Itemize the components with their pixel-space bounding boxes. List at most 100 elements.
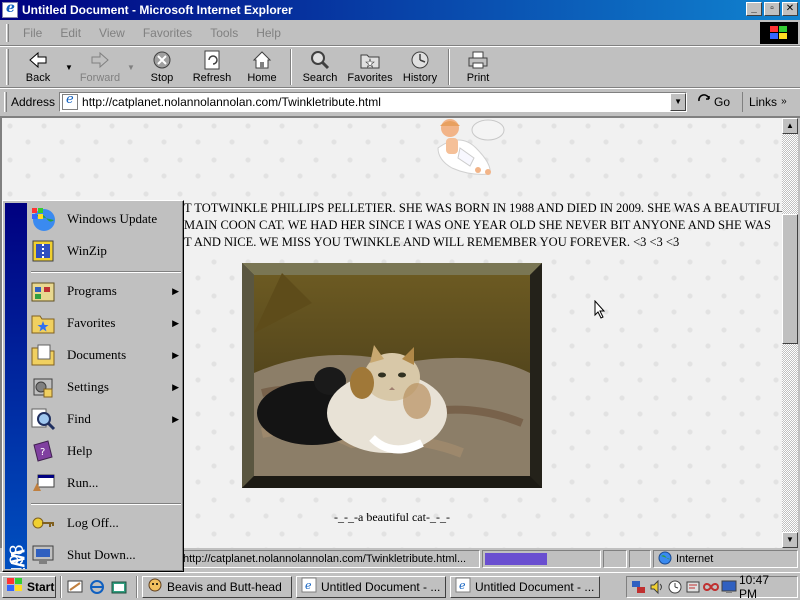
status-cell: [629, 550, 651, 568]
forward-arrow-icon: [89, 50, 111, 70]
start-item-programs[interactable]: Programs ▶: [29, 275, 181, 307]
standard-toolbar: Back ▼ Forward ▼ Stop Refresh Home Searc…: [0, 46, 800, 88]
start-menu-separator: [31, 271, 181, 273]
submenu-arrow-icon: ▶: [172, 349, 179, 360]
print-button[interactable]: Print: [453, 47, 503, 87]
back-label: Back: [25, 72, 51, 84]
task-button[interactable]: Beavis and Butt-head: [142, 575, 292, 598]
submenu-arrow-icon: ▶: [172, 285, 179, 296]
go-button[interactable]: Go: [693, 92, 734, 112]
menu-favorites[interactable]: Favorites: [137, 24, 198, 42]
start-item-windows-update[interactable]: Windows Update: [29, 203, 181, 235]
scroll-thumb[interactable]: [782, 214, 798, 344]
menu-view[interactable]: View: [93, 24, 131, 42]
task-button[interactable]: e Untitled Document - ...: [450, 575, 600, 598]
scroll-down-button[interactable]: ▼: [782, 532, 798, 548]
task-label: Untitled Document - ...: [475, 579, 595, 594]
quicklaunch-separator: [136, 575, 138, 598]
start-item-label: Shut Down...: [67, 547, 136, 562]
refresh-label: Refresh: [192, 72, 232, 84]
task-button[interactable]: e Untitled Document - ...: [296, 575, 446, 598]
home-button[interactable]: Home: [237, 47, 287, 87]
clock[interactable]: 10:47 PM: [739, 573, 783, 600]
title-bar[interactable]: Untitled Document - Microsoft Internet E…: [0, 0, 800, 20]
menu-tools[interactable]: Tools: [204, 24, 244, 42]
start-item-settings[interactable]: Settings ▶: [29, 371, 181, 403]
run-icon: [29, 470, 57, 496]
refresh-button[interactable]: Refresh: [187, 47, 237, 87]
internet-explorer-icon[interactable]: [2, 0, 18, 18]
start-item-documents[interactable]: Documents ▶: [29, 339, 181, 371]
start-item-winzip[interactable]: WinZip: [29, 235, 181, 267]
menu-file[interactable]: File: [17, 24, 48, 42]
find-icon: [29, 406, 57, 432]
network-icon[interactable]: [631, 579, 647, 595]
forward-dropdown-button[interactable]: ▼: [125, 47, 137, 87]
search-button[interactable]: Search: [295, 47, 345, 87]
scroll-up-button[interactable]: ▲: [782, 118, 798, 134]
submenu-arrow-icon: ▶: [172, 413, 179, 424]
forward-button[interactable]: Forward: [75, 47, 125, 87]
windows-throbber-icon: [760, 22, 798, 44]
start-item-favorites[interactable]: Favorites ▶: [29, 307, 181, 339]
window-title: Untitled Document - Microsoft Internet E…: [22, 3, 293, 17]
restore-button[interactable]: ▫: [764, 2, 780, 16]
documents-icon: [29, 342, 57, 368]
angel-clipart: [430, 118, 512, 178]
mouse-cursor-icon: [594, 299, 606, 323]
history-button[interactable]: History: [395, 47, 445, 87]
start-item-label: Find: [67, 411, 91, 426]
scheduler-icon[interactable]: [667, 579, 683, 595]
addressbar-grip[interactable]: [4, 91, 7, 112]
beavis-icon: [147, 577, 163, 596]
start-item-find[interactable]: Find ▶: [29, 403, 181, 435]
start-item-help[interactable]: ? Help: [29, 435, 181, 467]
favorites-button[interactable]: Favorites: [345, 47, 395, 87]
start-item-label: Log Off...: [67, 515, 119, 530]
address-dropdown-button[interactable]: ▼: [670, 92, 687, 111]
address-input[interactable]: http://catplanet.nolannolannolan.com/Twi…: [59, 91, 688, 112]
shut-down-icon: [29, 542, 57, 568]
volume-icon[interactable]: [649, 579, 665, 595]
close-button[interactable]: ✕: [782, 2, 798, 16]
home-label: Home: [247, 72, 277, 84]
start-item-run[interactable]: Run...: [29, 467, 181, 499]
taskbar: Start Beavis and Butt-head e Untitled Do…: [0, 572, 800, 600]
back-button[interactable]: Back: [13, 47, 63, 87]
minimize-button[interactable]: _: [746, 2, 762, 16]
address-bar: Address http://catplanet.nolannolannolan…: [0, 88, 800, 114]
task-agent-icon[interactable]: [685, 579, 701, 595]
back-dropdown-button[interactable]: ▼: [63, 47, 75, 87]
start-label: Start: [27, 579, 55, 594]
monitor-icon[interactable]: [721, 579, 737, 595]
internet-explorer-icon[interactable]: [88, 578, 106, 596]
system-tray: 10:47 PM: [626, 573, 798, 600]
toolbar-grip[interactable]: [6, 49, 9, 85]
stop-label: Stop: [150, 72, 174, 84]
log-off-icon: [29, 510, 57, 536]
refresh-icon: [201, 50, 223, 70]
links-label: Links: [749, 94, 778, 109]
go-label: Go: [714, 94, 731, 109]
start-item-label: Documents: [67, 347, 127, 362]
banner-windows: Windows: [5, 549, 27, 569]
outlook-express-icon[interactable]: [110, 578, 128, 596]
start-item-shut-down[interactable]: Shut Down...: [29, 539, 181, 571]
search-icon: [309, 50, 331, 70]
infinity-icon[interactable]: [702, 579, 720, 595]
start-item-label: Programs: [67, 283, 117, 298]
vertical-scrollbar[interactable]: ▲ ▼: [782, 118, 798, 548]
menu-edit[interactable]: Edit: [54, 24, 87, 42]
start-item-log-off[interactable]: Log Off...: [29, 507, 181, 539]
cat-photo: [242, 263, 542, 488]
start-button[interactable]: Start: [2, 575, 56, 598]
menu-help[interactable]: Help: [250, 24, 287, 42]
menubar-grip[interactable]: [6, 23, 9, 42]
start-item-label: Windows Update: [67, 211, 158, 226]
show-desktop-icon[interactable]: [66, 578, 84, 596]
programs-icon: [29, 278, 57, 304]
settings-icon: [29, 374, 57, 400]
stop-button[interactable]: Stop: [137, 47, 187, 87]
links-button[interactable]: Links »: [742, 91, 791, 112]
task-label: Untitled Document - ...: [321, 579, 441, 594]
